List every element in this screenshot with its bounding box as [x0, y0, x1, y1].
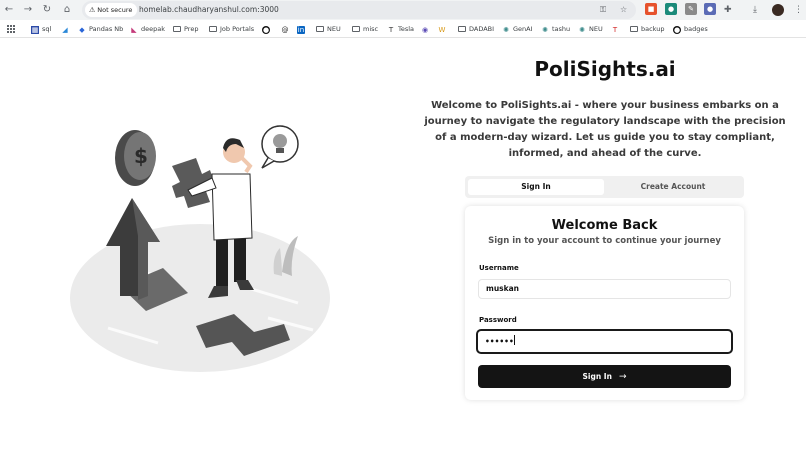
- sign-in-label: Sign In: [582, 372, 612, 381]
- tab-sign-in[interactable]: Sign In: [468, 179, 604, 195]
- bookmark-dadabi[interactable]: DADABI: [458, 20, 494, 38]
- bookmark-circle[interactable]: ◉: [421, 20, 432, 38]
- password-label: Password: [479, 316, 517, 324]
- sql-icon: ▦: [31, 26, 39, 34]
- puzzle-icon[interactable]: ✚: [724, 3, 732, 17]
- tesla-red-icon: T: [612, 26, 618, 34]
- forward-icon[interactable]: →: [21, 3, 35, 17]
- vscode-icon: ◢: [62, 26, 68, 34]
- github-icon: ●: [262, 26, 270, 34]
- tab-create-account[interactable]: Create Account: [605, 179, 741, 195]
- bookmark-badges[interactable]: ● badges: [673, 20, 708, 38]
- circle-icon: ◉: [421, 26, 429, 34]
- folder-icon: [316, 26, 324, 32]
- bookmark-neu[interactable]: NEU: [316, 20, 341, 38]
- password-field[interactable]: ••••••: [476, 329, 733, 354]
- bookmark-tesla[interactable]: T Tesla: [387, 20, 414, 38]
- extension-icon[interactable]: ✎: [685, 3, 697, 15]
- brand-title: PoliSights.ai: [534, 57, 676, 81]
- sign-in-button[interactable]: Sign In →: [478, 365, 731, 388]
- signin-card: Welcome Back Sign in to your account to …: [465, 206, 744, 400]
- username-label: Username: [479, 264, 519, 272]
- url-text[interactable]: homelab.chaudharyanshul.com:3000: [139, 1, 279, 19]
- bookmark-linkedin[interactable]: in: [297, 20, 308, 38]
- lightbulb-icon: [273, 134, 287, 148]
- bookmark-threads[interactable]: @: [281, 20, 292, 38]
- security-chip[interactable]: ⚠ Not secure: [85, 3, 138, 17]
- bookmark-misc[interactable]: misc: [352, 20, 378, 38]
- folder-icon: [352, 26, 360, 32]
- bookmark-github[interactable]: ●: [262, 20, 273, 38]
- back-icon[interactable]: ←: [2, 3, 16, 17]
- bookmarks-bar: ▦ sql ◢ ◆ Pandas Nb ◣ deepak Prep Job Porta…: [0, 20, 806, 38]
- intro-text: Welcome to PoliSights.ai - where your bu…: [424, 100, 786, 159]
- bookmark-deepak[interactable]: ◣ deepak: [130, 20, 165, 38]
- arrow-right-icon: →: [618, 372, 627, 382]
- tesla-icon: T: [388, 26, 394, 34]
- bookmark-neu-2[interactable]: ✺ NEU: [578, 20, 603, 38]
- extension-icon[interactable]: ■: [645, 3, 657, 15]
- text-caret: [513, 335, 515, 345]
- download-icon[interactable]: ⤓: [753, 3, 757, 17]
- extension-icon[interactable]: ●: [704, 3, 716, 15]
- bookmark-prep[interactable]: Prep: [173, 20, 198, 38]
- gear-icon: ✺: [503, 26, 509, 34]
- deepak-icon: ◣: [131, 26, 137, 34]
- address-bar[interactable]: ⚠ Not secure homelab.chaudharyanshul.com:…: [82, 1, 636, 19]
- pandas-icon: ◆: [79, 26, 85, 34]
- bookmark-backup[interactable]: backup: [630, 20, 665, 38]
- bookmark-job-portals[interactable]: Job Portals: [209, 20, 254, 38]
- warning-icon: ⚠: [89, 6, 96, 14]
- auth-tabs: Sign In Create Account: [465, 176, 744, 198]
- more-icon[interactable]: ⋮: [794, 3, 803, 17]
- bookmark-genai[interactable]: ✺ GenAI: [502, 20, 532, 38]
- bookmark-vscode[interactable]: ◢: [61, 20, 72, 38]
- card-subtitle: Sign in to your account to continue your…: [488, 236, 721, 246]
- extension-icon[interactable]: ●: [665, 3, 677, 15]
- folder-icon: [630, 26, 638, 32]
- avatar[interactable]: [772, 4, 784, 16]
- hero-illustration: $: [70, 125, 330, 372]
- lightbulb-base: [276, 148, 284, 153]
- dollar-icon: $: [134, 144, 148, 168]
- bookmark-tashu[interactable]: ✺ tashu: [541, 20, 570, 38]
- threads-icon: @: [281, 26, 289, 34]
- bookmark-w[interactable]: W: [438, 20, 449, 38]
- home-icon[interactable]: ⌂: [60, 3, 74, 17]
- gear-icon: ✺: [542, 26, 548, 34]
- reload-icon[interactable]: ↻: [40, 3, 54, 17]
- gear-icon: ✺: [579, 26, 585, 34]
- star-icon[interactable]: ☆: [620, 4, 627, 16]
- folder-icon: [458, 26, 466, 32]
- apps-icon[interactable]: [7, 25, 15, 33]
- security-label: Not secure: [97, 6, 133, 14]
- bookmark-pandas[interactable]: ◆ Pandas Nb: [78, 20, 123, 38]
- card-title: Welcome Back: [551, 218, 658, 233]
- password-value: ••••••: [485, 337, 514, 346]
- username-value: muskan: [486, 284, 520, 293]
- browser-toolbar: ← → ↻ ⌂ ⚠ Not secure homelab.chaudharyans…: [0, 0, 806, 20]
- github-icon: ●: [673, 26, 681, 34]
- folder-icon: [209, 26, 217, 32]
- bookmark-tesla-red[interactable]: T: [611, 20, 622, 38]
- username-field[interactable]: muskan: [478, 279, 731, 299]
- password-key-icon[interactable]: ⚿: [600, 4, 606, 16]
- linkedin-icon: in: [297, 26, 305, 34]
- w-icon: W: [438, 26, 446, 34]
- folder-icon: [173, 26, 181, 32]
- bookmark-sql[interactable]: ▦ sql: [31, 20, 51, 38]
